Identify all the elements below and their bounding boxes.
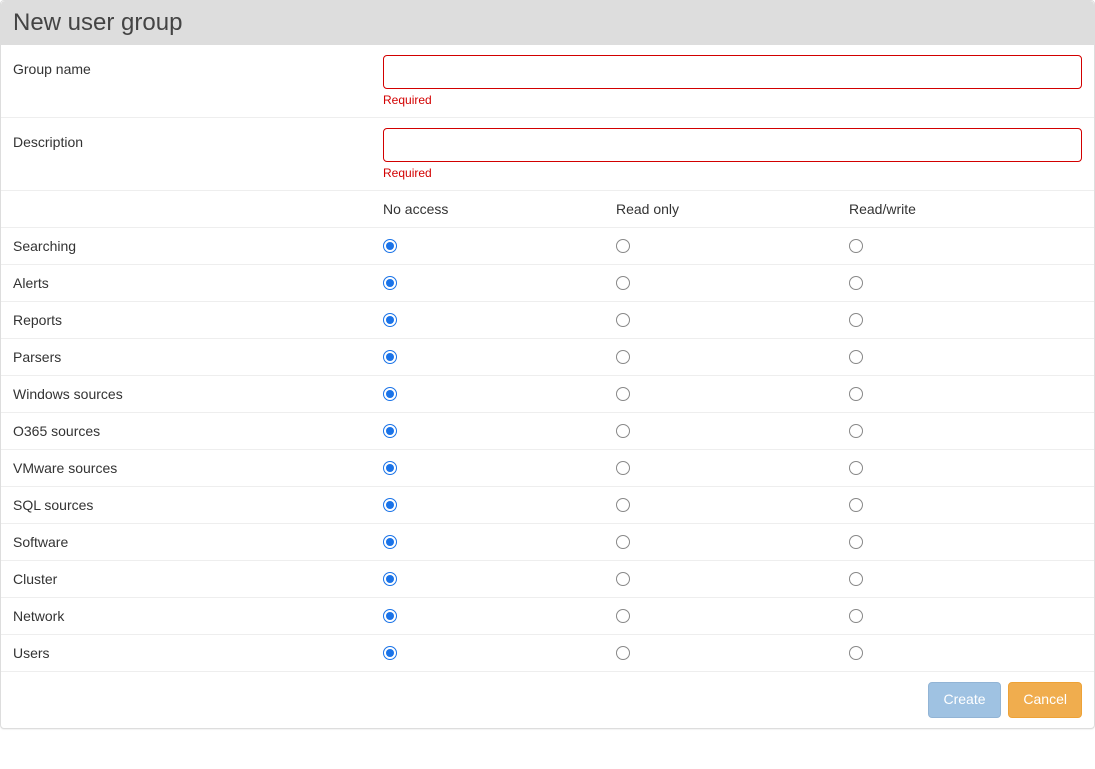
permission-row-label: O365 sources: [13, 423, 383, 439]
permission-row-label: Cluster: [13, 571, 383, 587]
column-header-no-access: No access: [383, 201, 616, 217]
permission-row-label: Parsers: [13, 349, 383, 365]
permission-row: Alerts: [1, 265, 1094, 302]
create-button[interactable]: Create: [928, 682, 1000, 718]
permission-row-label: Software: [13, 534, 383, 550]
permission-radio-read_write[interactable]: [849, 572, 863, 586]
permission-radio-read_only[interactable]: [616, 572, 630, 586]
permission-radio-read_only[interactable]: [616, 461, 630, 475]
permission-radio-read_write[interactable]: [849, 646, 863, 660]
permission-radio-read_write[interactable]: [849, 498, 863, 512]
permission-row-label: Reports: [13, 312, 383, 328]
group-name-input[interactable]: [383, 55, 1082, 89]
permission-radio-read_only[interactable]: [616, 387, 630, 401]
permission-radio-no_access[interactable]: [383, 609, 397, 623]
panel-body: Group name Required Description Required…: [1, 45, 1094, 672]
permission-radio-read_only[interactable]: [616, 535, 630, 549]
permission-row: Software: [1, 524, 1094, 561]
permission-radio-read_write[interactable]: [849, 276, 863, 290]
permission-row-label: VMware sources: [13, 460, 383, 476]
permission-radio-read_only[interactable]: [616, 313, 630, 327]
description-label: Description: [13, 128, 383, 150]
permission-row: O365 sources: [1, 413, 1094, 450]
permission-row-label: Users: [13, 645, 383, 661]
permission-row: Parsers: [1, 339, 1094, 376]
permission-radio-no_access[interactable]: [383, 276, 397, 290]
permission-radio-no_access[interactable]: [383, 572, 397, 586]
permission-radio-read_only[interactable]: [616, 498, 630, 512]
permission-radio-no_access[interactable]: [383, 313, 397, 327]
permission-radio-no_access[interactable]: [383, 646, 397, 660]
permission-row: Network: [1, 598, 1094, 635]
permission-radio-no_access[interactable]: [383, 350, 397, 364]
description-input[interactable]: [383, 128, 1082, 162]
permission-radio-no_access[interactable]: [383, 424, 397, 438]
permissions-rows: Searching Alerts Reports Parsers Windows sou…: [1, 228, 1094, 672]
permission-radio-read_only[interactable]: [616, 276, 630, 290]
group-name-row: Group name Required: [1, 45, 1094, 118]
permission-row: Cluster: [1, 561, 1094, 598]
permission-radio-read_only[interactable]: [616, 609, 630, 623]
group-name-label: Group name: [13, 55, 383, 77]
description-error: Required: [383, 166, 1082, 180]
permission-radio-no_access[interactable]: [383, 461, 397, 475]
column-header-read-write: Read/write: [849, 201, 1082, 217]
permission-row-label: Windows sources: [13, 386, 383, 402]
permission-radio-read_only[interactable]: [616, 350, 630, 364]
permission-radio-read_write[interactable]: [849, 239, 863, 253]
permission-radio-read_write[interactable]: [849, 313, 863, 327]
permission-row-label: SQL sources: [13, 497, 383, 513]
permission-row: Windows sources: [1, 376, 1094, 413]
permission-row: Searching: [1, 228, 1094, 265]
permission-row: VMware sources: [1, 450, 1094, 487]
permissions-header-row: No access Read only Read/write: [1, 191, 1094, 228]
permission-radio-read_write[interactable]: [849, 535, 863, 549]
permission-radio-read_write[interactable]: [849, 387, 863, 401]
permission-radio-read_only[interactable]: [616, 424, 630, 438]
permission-radio-no_access[interactable]: [383, 387, 397, 401]
permission-radio-no_access[interactable]: [383, 535, 397, 549]
permission-row-label: Alerts: [13, 275, 383, 291]
column-header-read-only: Read only: [616, 201, 849, 217]
permission-radio-read_only[interactable]: [616, 239, 630, 253]
permission-radio-read_write[interactable]: [849, 609, 863, 623]
permission-row-label: Searching: [13, 238, 383, 254]
permission-row: Reports: [1, 302, 1094, 339]
panel-footer: Create Cancel: [1, 672, 1094, 728]
cancel-button[interactable]: Cancel: [1008, 682, 1082, 718]
permission-radio-read_only[interactable]: [616, 646, 630, 660]
permission-radio-no_access[interactable]: [383, 239, 397, 253]
group-name-error: Required: [383, 93, 1082, 107]
permission-row: SQL sources: [1, 487, 1094, 524]
permission-radio-read_write[interactable]: [849, 424, 863, 438]
permission-radio-read_write[interactable]: [849, 350, 863, 364]
permission-row-label: Network: [13, 608, 383, 624]
description-row: Description Required: [1, 118, 1094, 191]
permission-row: Users: [1, 635, 1094, 672]
permission-radio-no_access[interactable]: [383, 498, 397, 512]
new-user-group-panel: New user group Group name Required Descr…: [0, 0, 1095, 729]
permission-radio-read_write[interactable]: [849, 461, 863, 475]
panel-title: New user group: [1, 1, 1094, 45]
